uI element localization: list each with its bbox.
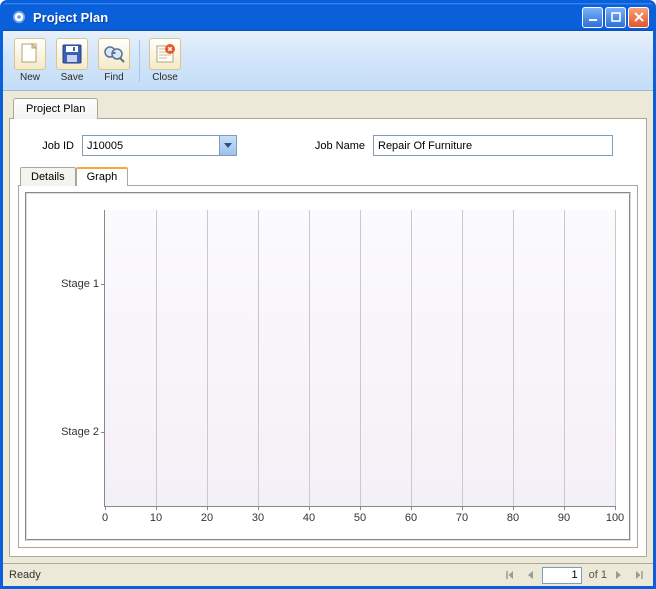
gridline: [615, 210, 616, 506]
chart-container: 0 10 20 30 40 50 60 70 80 90 100 Stage 1 Stage 2: [25, 192, 631, 541]
gridline: [564, 210, 565, 506]
prev-page-icon[interactable]: [522, 567, 538, 583]
x-tick-label: 90: [558, 512, 570, 524]
pager: of 1: [502, 567, 647, 584]
y-tick: [101, 432, 105, 433]
x-tick: [258, 506, 259, 510]
window: Project Plan New Save Find: [0, 0, 656, 589]
plot-area: 0102030405060708090100Stage 1Stage 2: [104, 210, 615, 507]
job-name-field[interactable]: [373, 135, 613, 156]
x-tick-label: 100: [606, 512, 624, 524]
toolbar-separator: [139, 40, 140, 82]
x-tick-label: 70: [456, 512, 468, 524]
x-tick-label: 20: [201, 512, 213, 524]
next-page-icon[interactable]: [611, 567, 627, 583]
gridline: [156, 210, 157, 506]
job-name-label: Job Name: [305, 140, 365, 152]
gridline: [513, 210, 514, 506]
close-label: Close: [152, 72, 178, 83]
new-label: New: [20, 72, 40, 83]
inner-panel: 0 10 20 30 40 50 60 70 80 90 100 Stage 1 Stage 2: [18, 185, 638, 548]
gridline: [360, 210, 361, 506]
page-of-label: of 1: [586, 569, 607, 581]
status-text: Ready: [9, 569, 502, 581]
gridline: [462, 210, 463, 506]
tab-project-plan[interactable]: Project Plan: [13, 98, 98, 119]
outer-panel: Job ID J10005 Job Name Details Graph: [9, 118, 647, 557]
close-window-button[interactable]: Close: [144, 34, 186, 88]
window-title: Project Plan: [31, 10, 582, 25]
x-tick-label: 10: [150, 512, 162, 524]
y-tick: [101, 284, 105, 285]
x-tick-label: 80: [507, 512, 519, 524]
main-area: Project Plan Job ID J10005 Job Name Deta…: [3, 91, 653, 563]
x-tick: [105, 506, 106, 510]
gridline: [207, 210, 208, 506]
form-row: Job ID J10005 Job Name: [16, 125, 640, 162]
job-id-combobox[interactable]: J10005: [82, 135, 237, 156]
x-tick: [615, 506, 616, 510]
find-icon: [98, 38, 130, 70]
x-tick-label: 40: [303, 512, 315, 524]
outer-tabs: Project Plan: [13, 97, 647, 118]
last-page-icon[interactable]: [631, 567, 647, 583]
x-tick-label: 0: [102, 512, 108, 524]
find-button[interactable]: Find: [93, 34, 135, 88]
x-tick-label: 60: [405, 512, 417, 524]
job-id-label: Job ID: [26, 140, 74, 152]
tab-details[interactable]: Details: [20, 167, 76, 186]
minimize-button[interactable]: [582, 7, 603, 28]
maximize-button[interactable]: [605, 7, 626, 28]
titlebar[interactable]: Project Plan: [3, 3, 653, 31]
window-controls: [582, 7, 649, 28]
close-button[interactable]: [628, 7, 649, 28]
x-tick: [207, 506, 208, 510]
y-tick-label: Stage 1: [61, 278, 99, 290]
save-label: Save: [61, 72, 84, 83]
save-button[interactable]: Save: [51, 34, 93, 88]
tab-graph[interactable]: Graph: [76, 167, 129, 186]
gridline: [411, 210, 412, 506]
x-tick-label: 30: [252, 512, 264, 524]
x-tick: [411, 506, 412, 510]
x-tick: [462, 506, 463, 510]
x-tick: [309, 506, 310, 510]
close-icon: [149, 38, 181, 70]
toolbar: New Save Find Close: [3, 31, 653, 91]
find-label: Find: [104, 72, 123, 83]
y-tick-label: Stage 2: [61, 426, 99, 438]
app-icon: [11, 9, 27, 25]
x-tick-label: 50: [354, 512, 366, 524]
x-tick: [564, 506, 565, 510]
gridline: [309, 210, 310, 506]
x-tick: [156, 506, 157, 510]
x-tick: [360, 506, 361, 510]
gridline: [258, 210, 259, 506]
first-page-icon[interactable]: [502, 567, 518, 583]
page-input[interactable]: [542, 567, 582, 584]
inner-tab-wrap: Details Graph 0 10 20 30 40 50 60 70 80 90 100 Stag…: [18, 166, 638, 548]
new-button[interactable]: New: [9, 34, 51, 88]
chevron-down-icon[interactable]: [219, 136, 236, 155]
save-icon: [56, 38, 88, 70]
x-tick: [513, 506, 514, 510]
statusbar: Ready of 1: [3, 563, 653, 586]
job-id-value: J10005: [83, 140, 219, 152]
new-icon: [14, 38, 46, 70]
inner-tabs: Details Graph: [20, 166, 638, 185]
chart: 0 10 20 30 40 50 60 70 80 90 100 Stage 1 Stage 2: [27, 194, 629, 539]
